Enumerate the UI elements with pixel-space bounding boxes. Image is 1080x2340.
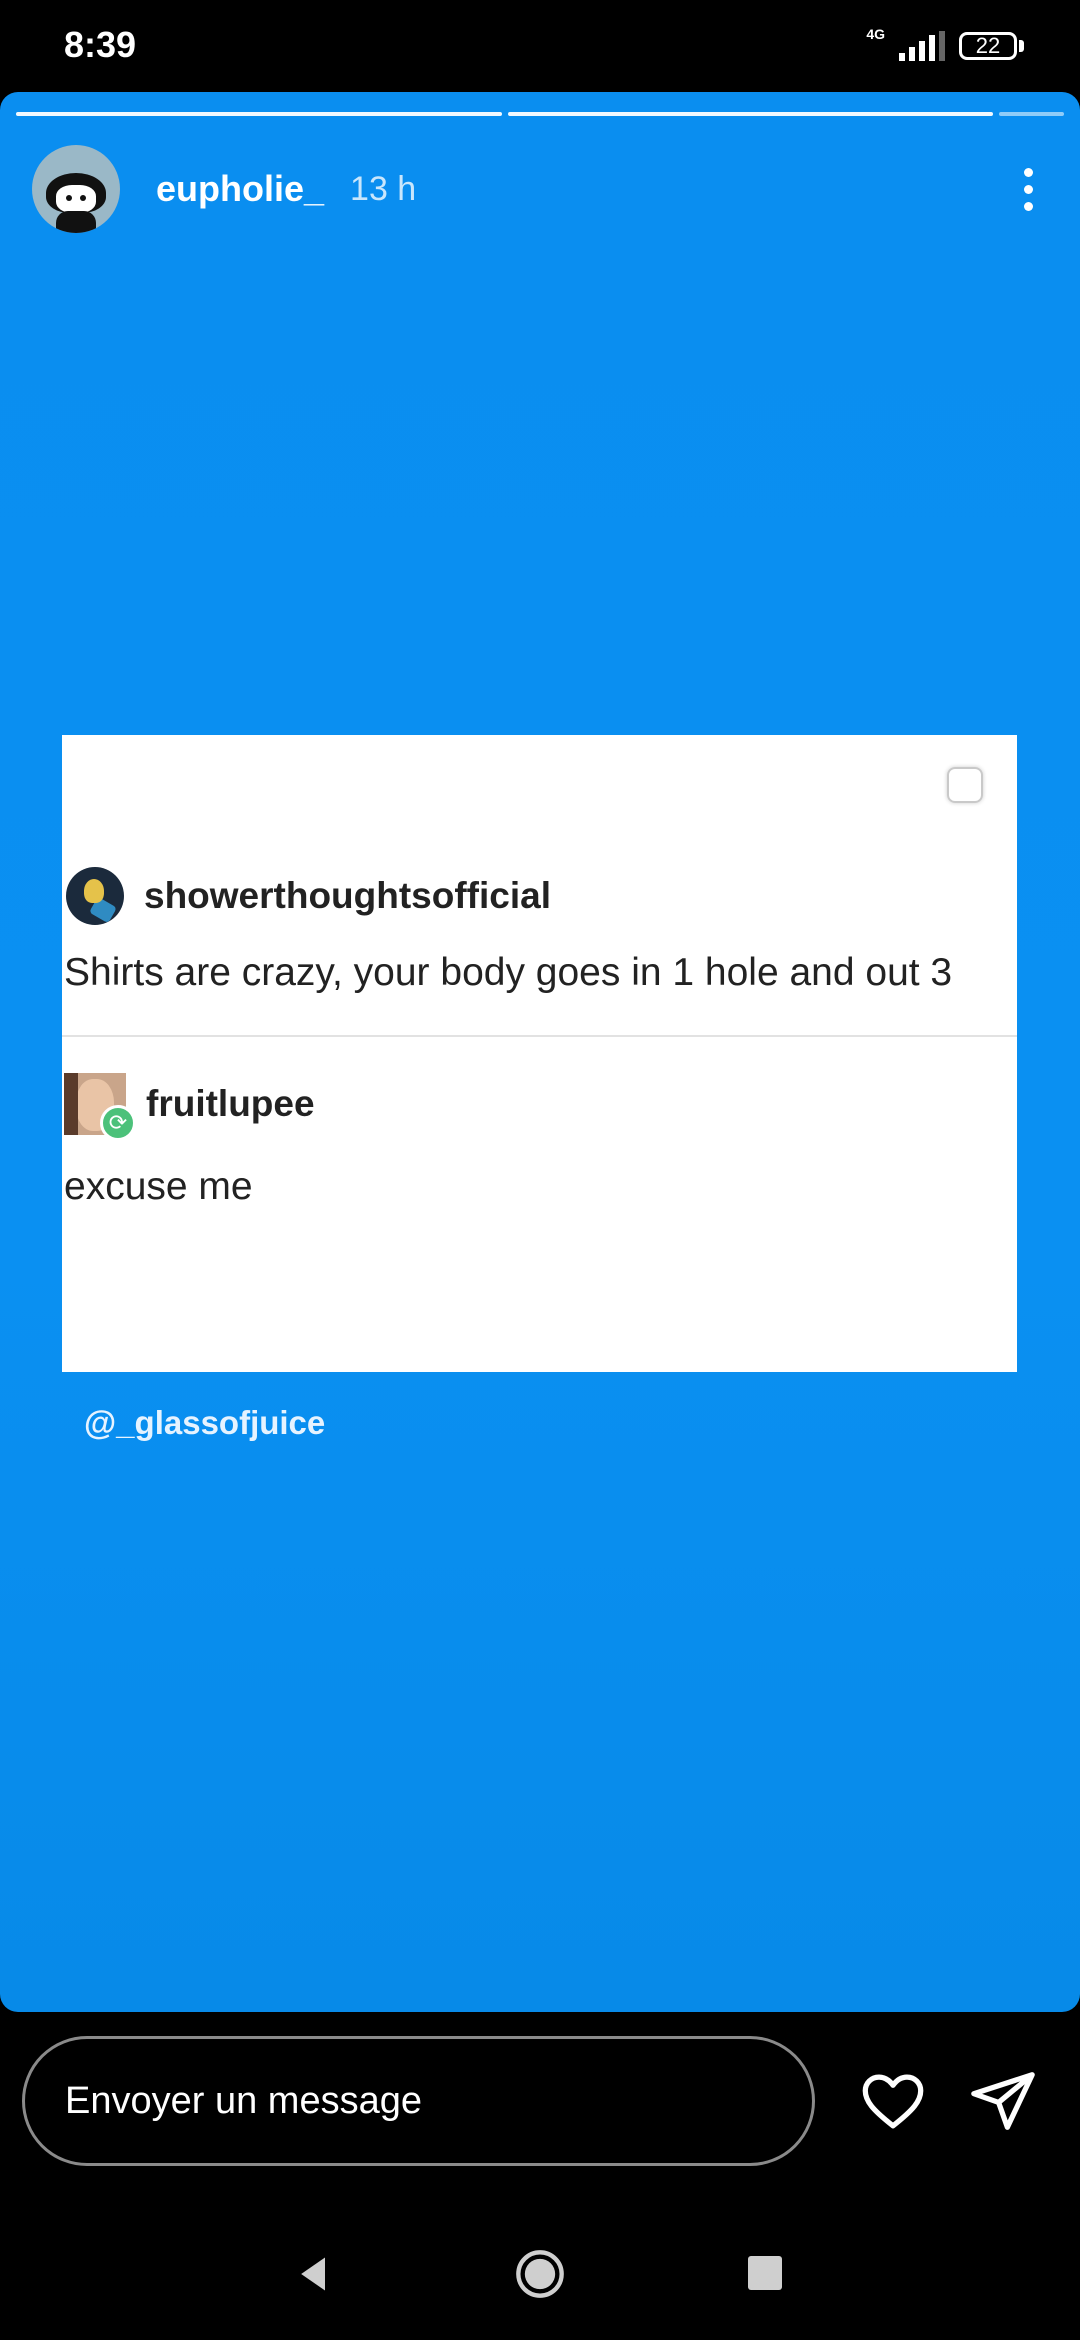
signal-icon <box>899 31 945 61</box>
shared-post-card: showerthoughtsofficial Shirts are crazy,… <box>62 735 1017 1372</box>
system-nav-bar <box>0 2220 1080 2340</box>
original-poster: showerthoughtsofficial <box>66 867 551 925</box>
story-username[interactable]: eupholie_ <box>156 168 324 210</box>
status-bar: 8:39 4G 22 <box>0 0 1080 92</box>
heart-icon[interactable] <box>858 2066 928 2136</box>
avatar[interactable] <box>32 145 120 233</box>
message-input[interactable] <box>22 2036 815 2166</box>
reblog-icon: ⟳ <box>100 1105 136 1141</box>
network-type-label: 4G <box>866 26 885 42</box>
story-header: eupholie_ 13 h <box>32 144 1048 234</box>
story-progress-bar <box>16 112 1064 116</box>
original-poster-avatar <box>66 867 124 925</box>
divider <box>62 1035 1017 1037</box>
status-time: 8:39 <box>64 24 137 65</box>
recent-apps-icon[interactable] <box>748 2256 782 2290</box>
story-time-ago: 13 h <box>350 169 417 208</box>
send-icon[interactable] <box>968 2066 1038 2136</box>
battery-level: 22 <box>959 32 1017 60</box>
more-options-icon[interactable] <box>1008 159 1048 219</box>
mention-sticker[interactable]: @_glassofjuice <box>84 1404 325 1442</box>
story-view[interactable]: eupholie_ 13 h showerthoughtsofficial Sh… <box>0 92 1080 2012</box>
reply-post-text: excuse me <box>64 1165 253 1208</box>
reply-bar <box>0 2016 1080 2166</box>
checkbox-icon <box>947 767 983 803</box>
back-icon[interactable] <box>292 2252 336 2296</box>
original-post-text: Shirts are crazy, your body goes in 1 ho… <box>64 951 953 994</box>
status-icons: 4G 22 <box>866 26 1024 66</box>
home-icon[interactable] <box>514 2248 566 2300</box>
original-poster-name: showerthoughtsofficial <box>144 875 551 916</box>
battery-icon: 22 <box>959 32 1024 60</box>
reply-poster-name: fruitlupee <box>146 1083 315 1124</box>
